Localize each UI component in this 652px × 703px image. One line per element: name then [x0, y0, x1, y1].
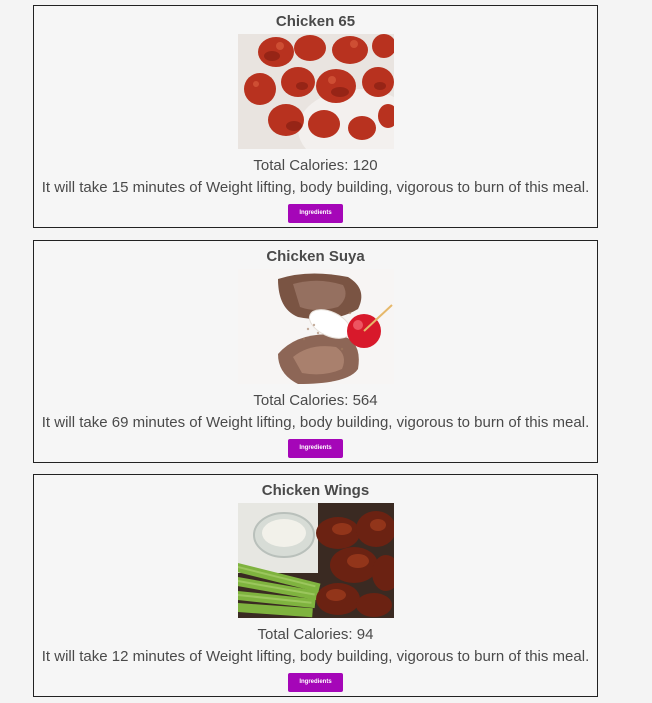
- burn-time-text: It will take 69 minutes of Weight liftin…: [41, 414, 590, 431]
- meal-list: Chicken 65 Total Calories: 120 It will t…: [0, 0, 652, 703]
- meal-title: Chicken 65: [275, 13, 356, 30]
- ingredients-button[interactable]: Ingredients: [288, 204, 343, 223]
- burn-time-text: It will take 12 minutes of Weight liftin…: [41, 648, 590, 665]
- calories-text: Total Calories: 94: [257, 626, 374, 643]
- chicken-65-photo: [237, 34, 394, 149]
- calories-text: Total Calories: 120: [253, 157, 378, 174]
- burn-time-text: It will take 15 minutes of Weight liftin…: [41, 179, 590, 196]
- meal-title: Chicken Suya: [266, 248, 365, 265]
- meal-card: Chicken 65 Total Calories: 120 It will t…: [33, 5, 598, 228]
- chicken-suya-photo: [237, 269, 394, 384]
- meal-card: Chicken Wings Total Calories: 94 It will…: [33, 474, 598, 697]
- meal-card: Chicken Suya Total Calories: 564 It will…: [33, 240, 598, 463]
- meal-title: Chicken Wings: [261, 482, 370, 499]
- ingredients-button[interactable]: Ingredients: [288, 673, 343, 692]
- calories-text: Total Calories: 564: [253, 392, 378, 409]
- chicken-wings-photo: [237, 503, 394, 618]
- ingredients-button[interactable]: Ingredients: [288, 439, 343, 458]
